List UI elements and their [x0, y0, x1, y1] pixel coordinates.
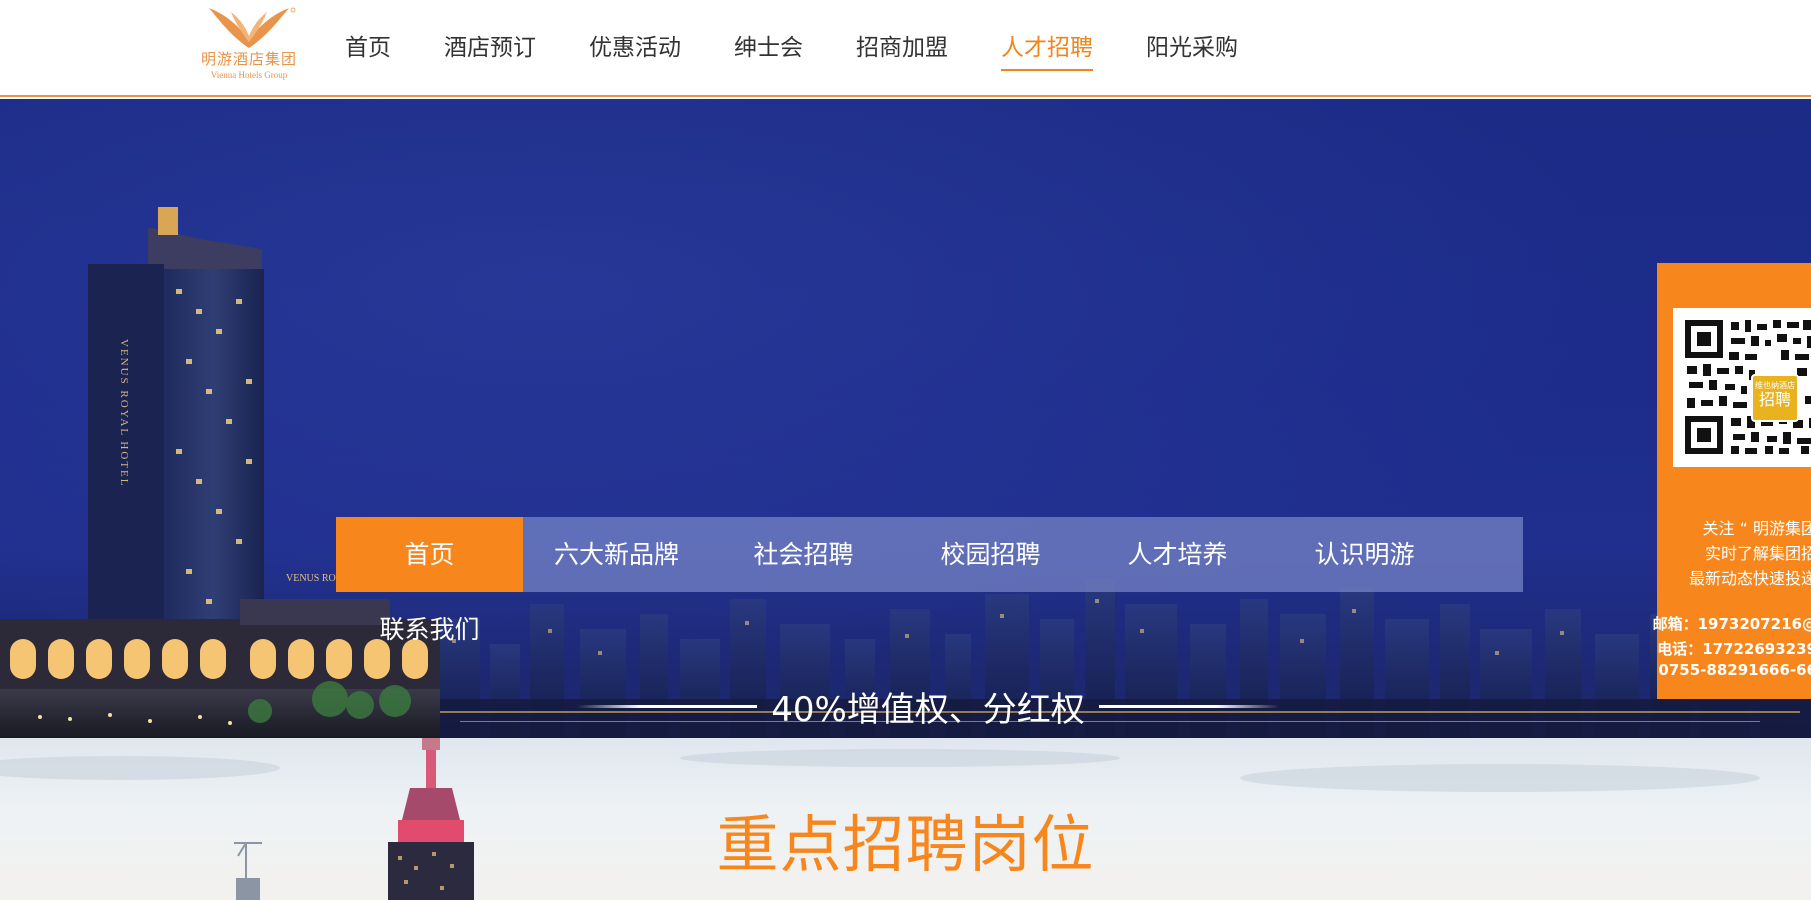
nav-item-hotel-booking[interactable]: 酒店预订 [444, 0, 536, 95]
slogan-line-right [1098, 704, 1279, 708]
contact-phone-1: 电话：17722693239 [1657, 640, 1811, 658]
follow-line-3: 最新动态快速投递 [1688, 569, 1811, 588]
hero-slogan: 40%增值权、分红权 [573, 681, 1283, 731]
qr-recruit-badge: 维也纳酒店 招聘 [1751, 374, 1799, 422]
qr-code[interactable]: 维也纳酒店 招聘 [1673, 308, 1811, 467]
contact-phone-2: 0755-88291666-66 [1658, 661, 1811, 679]
qr-badge-big-text: 招聘 [1758, 390, 1791, 409]
nav-item-promotions[interactable]: 优惠活动 [589, 0, 681, 95]
nav-item-gentlemen-club[interactable]: 绅士会 [734, 0, 803, 95]
sub-nav-contact[interactable]: 联系我们 [336, 592, 523, 667]
hotel-sign-vertical: VENUS ROYAL HOTEL [118, 339, 130, 487]
sub-nav-six-brands[interactable]: 六大新品牌 [523, 517, 710, 592]
sub-nav-social-recruitment[interactable]: 社会招聘 [710, 517, 897, 592]
nav-item-home[interactable]: 首页 [345, 0, 391, 95]
section-title: 重点招聘岗位 [716, 808, 1095, 881]
follow-line-2: 实时了解集团招 [1704, 544, 1811, 563]
sub-nav-campus-recruitment[interactable]: 校园招聘 [897, 517, 1084, 592]
brand-name-cn: 明游酒店集团 [200, 50, 297, 68]
qr-badge-small-text: 维也纳酒店 [1755, 381, 1795, 390]
slogan-line-left [577, 704, 758, 708]
recruit-side-panel: 维也纳酒店 招聘 关注 “ 明游集团 实时了解集团招 最新动态快速投递 邮箱：1… [1653, 263, 1811, 699]
sub-nav-talent-development[interactable]: 人才培养 [1084, 517, 1271, 592]
slogan-text: 40%增值权、分红权 [771, 689, 1085, 730]
nav-item-careers[interactable]: 人才招聘 [1001, 0, 1093, 95]
sub-nav-about[interactable]: 认识明游 [1271, 517, 1458, 592]
hero-banner: VENUS ROYAL HOTEL VENUS ROYAL HOTEL 首页 六… [0, 99, 1811, 738]
brand-name-en: Vienna Hotels Group [210, 70, 288, 80]
nav-item-procurement[interactable]: 阳光采购 [1146, 0, 1238, 95]
contact-email: 邮箱：1973207216@ [1652, 615, 1811, 633]
follow-line-1: 关注 “ 明游集团 [1702, 519, 1811, 538]
sub-nav-home[interactable]: 首页 [336, 517, 523, 592]
key-positions-section: 重点招聘岗位 [0, 738, 1811, 900]
top-header: 明游酒店集团 Vienna Hotels Group 首页 酒店预订 优惠活动 … [0, 0, 1811, 97]
hotel-skyline-illustration: VENUS ROYAL HOTEL VENUS ROYAL HOTEL [0, 207, 1811, 738]
careers-sub-nav: 首页 六大新品牌 社会招聘 校园招聘 人才培养 认识明游 [336, 517, 1523, 592]
nav-item-franchise[interactable]: 招商加盟 [856, 0, 948, 95]
wings-logo-icon [209, 7, 296, 48]
main-nav: 首页 酒店预订 优惠活动 绅士会 招商加盟 人才招聘 阳光采购 [345, 0, 1291, 95]
brand-logo[interactable]: 明游酒店集团 Vienna Hotels Group [190, 6, 308, 90]
